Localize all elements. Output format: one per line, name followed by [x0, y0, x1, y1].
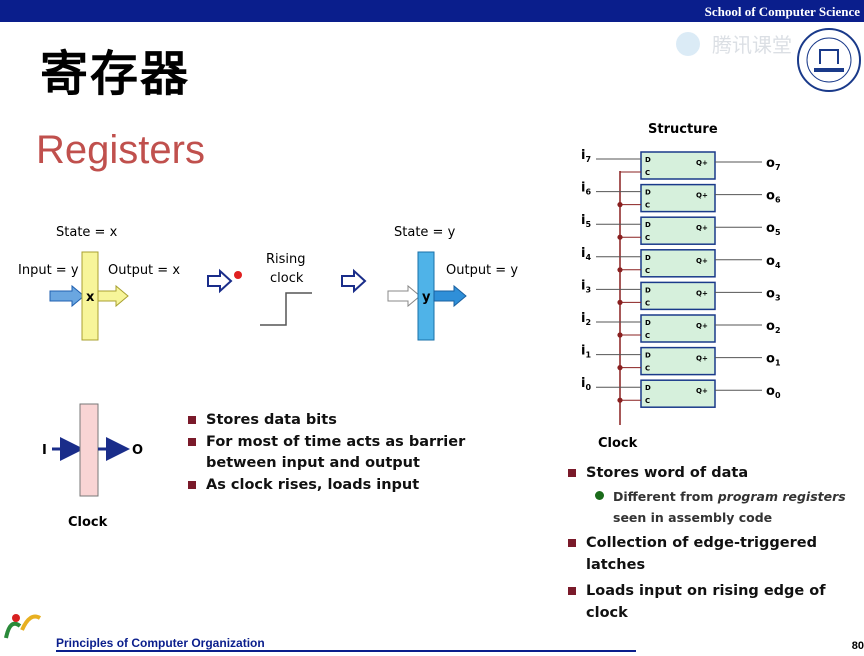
- latch-array: DCQ+i7 o7DCQ+i6 o6DCQ+i5 o5DCQ+i4 o4DCQ+i3 o3…: [581, 148, 781, 408]
- latch-d-label: D: [645, 352, 651, 360]
- latch-q-label: Q+: [696, 355, 708, 363]
- bullet-item: Loads input on rising edge of clock: [568, 581, 864, 624]
- latch-c-label: C: [645, 202, 650, 210]
- latch-d-label: D: [645, 286, 651, 294]
- output-bit-label: o1: [766, 352, 781, 368]
- input-y-label: Input = y: [18, 263, 79, 278]
- input-bit-label: i1: [581, 344, 591, 360]
- latch-q-label: Q+: [696, 387, 708, 395]
- input-arrow-icon: [387, 284, 421, 308]
- latch-d-label: D: [645, 384, 651, 392]
- latch-q-label: Q+: [696, 257, 708, 265]
- clock-junction-icon: [617, 234, 623, 240]
- structure-title: Structure: [648, 122, 718, 137]
- bullet-item: For most of time acts as barrier between …: [188, 432, 465, 475]
- transition-arrow-icon: [341, 268, 367, 294]
- latch-d-label: D: [645, 254, 651, 262]
- bullet-item: Stores data bits: [188, 410, 465, 432]
- latch-c-label: C: [645, 299, 650, 307]
- output-arrow-icon: [433, 284, 467, 308]
- bullet-item: Collection of edge-triggered latches: [568, 533, 864, 576]
- output-bit-label: o3: [766, 286, 781, 302]
- input-bit-label: i4: [581, 246, 591, 262]
- latch-c-label: C: [645, 234, 650, 242]
- input-bit-label: i2: [581, 311, 591, 327]
- register-clock-label: Clock: [68, 515, 108, 530]
- transition-arrow-icon: [207, 268, 233, 294]
- structure-clock-label: Clock: [598, 436, 638, 451]
- latch-c-label: C: [645, 267, 650, 275]
- input-bit-label: i6: [581, 181, 591, 197]
- program-registers-emphasis: program registers: [717, 489, 846, 504]
- cursor-dot-icon: [234, 271, 242, 279]
- bullet-item: As clock rises, loads input: [188, 475, 465, 497]
- rising-edge-waveform: [260, 292, 312, 326]
- register-input-label: I: [42, 443, 47, 458]
- bullet-item: Stores word of data: [568, 463, 748, 485]
- clock-junction-icon: [617, 267, 623, 273]
- page-number: 80: [851, 640, 864, 652]
- input-bit-label: i5: [581, 213, 591, 229]
- latch-c-label: C: [645, 169, 650, 177]
- input-bit-label: i0: [581, 376, 591, 392]
- latch-q-label: Q+: [696, 224, 708, 232]
- clock-junction-icon: [617, 202, 623, 208]
- input-bit-label: i7: [581, 148, 591, 164]
- clock-junction-icon: [617, 365, 623, 371]
- output-bit-label: o2: [766, 319, 781, 335]
- latch-c-label: C: [645, 332, 650, 340]
- register-output-label: O: [132, 443, 143, 458]
- course-logo-icon: [4, 614, 42, 639]
- latch-d-label: D: [645, 156, 651, 164]
- state-y-label: State = y: [394, 225, 456, 240]
- latch-q-label: Q+: [696, 192, 708, 200]
- output-bit-label: o0: [766, 384, 781, 400]
- clock-junction-icon: [617, 332, 623, 338]
- state-x-label: State = x: [56, 225, 118, 240]
- input-arrow-icon: [49, 284, 85, 308]
- clock-label: clock: [270, 271, 304, 286]
- latch-q-label: Q+: [696, 322, 708, 330]
- register-y-value: y: [422, 290, 431, 305]
- latch-d-label: D: [645, 189, 651, 197]
- latch-d-label: D: [645, 319, 651, 327]
- rising-label: Rising: [266, 252, 306, 267]
- latch-c-label: C: [645, 397, 650, 405]
- output-y-label: Output = y: [446, 263, 518, 278]
- output-arrow-icon: [97, 284, 129, 308]
- register-bullets: Stores data bits For most of time acts a…: [188, 410, 465, 496]
- latch-q-label: Q+: [696, 159, 708, 167]
- output-x-label: Output = x: [108, 263, 180, 278]
- course-name: Principles of Computer Organization: [56, 636, 265, 650]
- clock-junction-icon: [617, 299, 623, 305]
- footer-divider: [56, 650, 636, 652]
- structure-bullets-2: Collection of edge-triggered latches Loa…: [568, 533, 864, 624]
- output-bit-label: o4: [766, 254, 781, 270]
- register-x-value: x: [86, 290, 95, 305]
- latch-d-label: D: [645, 221, 651, 229]
- output-bit-label: o5: [766, 221, 781, 237]
- structure-bullets: Stores word of data: [568, 463, 748, 485]
- register-symbol-box: [79, 403, 99, 497]
- output-bit-label: o7: [766, 156, 781, 172]
- sub-bullet-item: Different from program registers seen in …: [595, 486, 846, 528]
- clock-junction-icon: [617, 397, 623, 403]
- latch-q-label: Q+: [696, 289, 708, 297]
- latch-c-label: C: [645, 365, 650, 373]
- output-bit-label: o6: [766, 189, 781, 205]
- input-bit-label: i3: [581, 278, 591, 294]
